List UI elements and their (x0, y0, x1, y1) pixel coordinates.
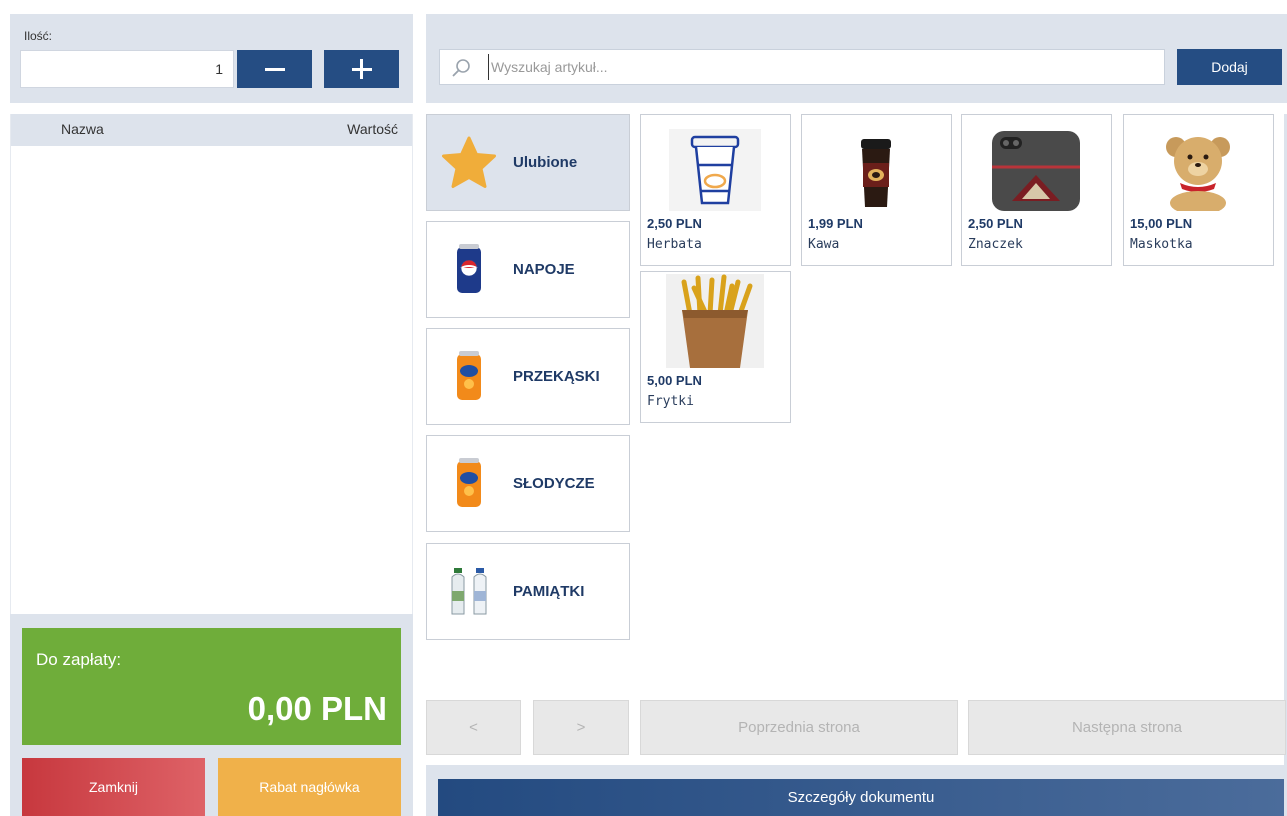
category-snacks[interactable]: PRZEKĄSKI (426, 328, 630, 425)
category-souvenirs[interactable]: PAMIĄTKI (426, 543, 630, 640)
amount-due-value: 0,00 PLN (247, 690, 387, 727)
previous-page-button[interactable]: Poprzednia strona (640, 700, 958, 755)
category-label: Ulubione (513, 154, 578, 171)
product-tile-fries[interactable]: 5,00 PLN Frytki (640, 271, 791, 423)
paper-cup-icon (669, 129, 761, 211)
quantity-input[interactable] (20, 50, 234, 88)
increase-quantity-button[interactable] (324, 50, 399, 88)
orange-can-icon (439, 454, 499, 514)
decrease-quantity-button[interactable] (237, 50, 312, 88)
search-icon (452, 59, 470, 77)
star-icon (439, 133, 499, 193)
category-label: PRZEKĄSKI (513, 368, 600, 385)
phone-case-icon (990, 129, 1082, 211)
prev-button[interactable]: < (426, 700, 521, 755)
soda-can-icon (439, 240, 499, 300)
product-name: Znaczek (968, 237, 1023, 252)
quantity-label: Ilość: (24, 29, 53, 43)
product-name: Herbata (647, 237, 702, 252)
product-price: 1,99 PLN (808, 216, 863, 231)
water-bottles-icon (439, 562, 499, 622)
teddy-bear-icon (1152, 129, 1244, 215)
product-tile-tea[interactable]: 2,50 PLN Herbata (640, 114, 791, 266)
product-price: 5,00 PLN (647, 373, 702, 388)
product-tile-coffee[interactable]: 1,99 PLN Kawa (801, 114, 952, 266)
coffee-cup-icon (830, 129, 922, 211)
close-button[interactable]: Zamknij (22, 758, 205, 816)
category-label: PAMIĄTKI (513, 583, 585, 600)
list-header: Nazwa Wartość (11, 114, 412, 146)
document-items-list: Nazwa Wartość (10, 114, 413, 614)
category-label: NAPOJE (513, 261, 575, 278)
product-name: Kawa (808, 237, 840, 252)
amount-due-box: Do zapłaty: 0,00 PLN (22, 628, 401, 745)
search-box[interactable] (439, 49, 1165, 85)
add-button[interactable]: Dodaj (1177, 49, 1282, 85)
product-price: 2,50 PLN (647, 216, 702, 231)
product-price: 15,00 PLN (1130, 216, 1193, 231)
product-tile-stamp[interactable]: 2,50 PLN Znaczek (961, 114, 1112, 266)
amount-due-label: Do zapłaty: (36, 650, 122, 669)
column-header-name[interactable]: Nazwa (61, 121, 104, 137)
product-tile-mascot[interactable]: 15,00 PLN Maskotka (1123, 114, 1274, 266)
document-details-button[interactable]: Szczegóły dokumentu (438, 779, 1284, 816)
minus-icon (264, 67, 285, 71)
category-sweets[interactable]: SŁODYCZE (426, 435, 630, 532)
product-name: Frytki (647, 394, 694, 409)
category-label: SŁODYCZE (513, 475, 595, 492)
product-name: Maskotka (1130, 237, 1193, 252)
column-header-value[interactable]: Wartość (347, 121, 398, 137)
orange-can-icon (439, 347, 499, 407)
category-favorites[interactable]: Ulubione (426, 114, 630, 211)
fries-icon (666, 274, 764, 368)
plus-icon (351, 59, 372, 79)
next-page-button[interactable]: Następna strona (968, 700, 1286, 755)
search-panel: Dodaj (426, 14, 1287, 103)
quantity-panel: Ilość: (10, 14, 413, 103)
header-discount-button[interactable]: Rabat nagłówka (218, 758, 401, 816)
next-button[interactable]: > (533, 700, 629, 755)
product-price: 2,50 PLN (968, 216, 1023, 231)
category-drinks[interactable]: NAPOJE (426, 221, 630, 318)
search-input[interactable] (488, 54, 1148, 80)
